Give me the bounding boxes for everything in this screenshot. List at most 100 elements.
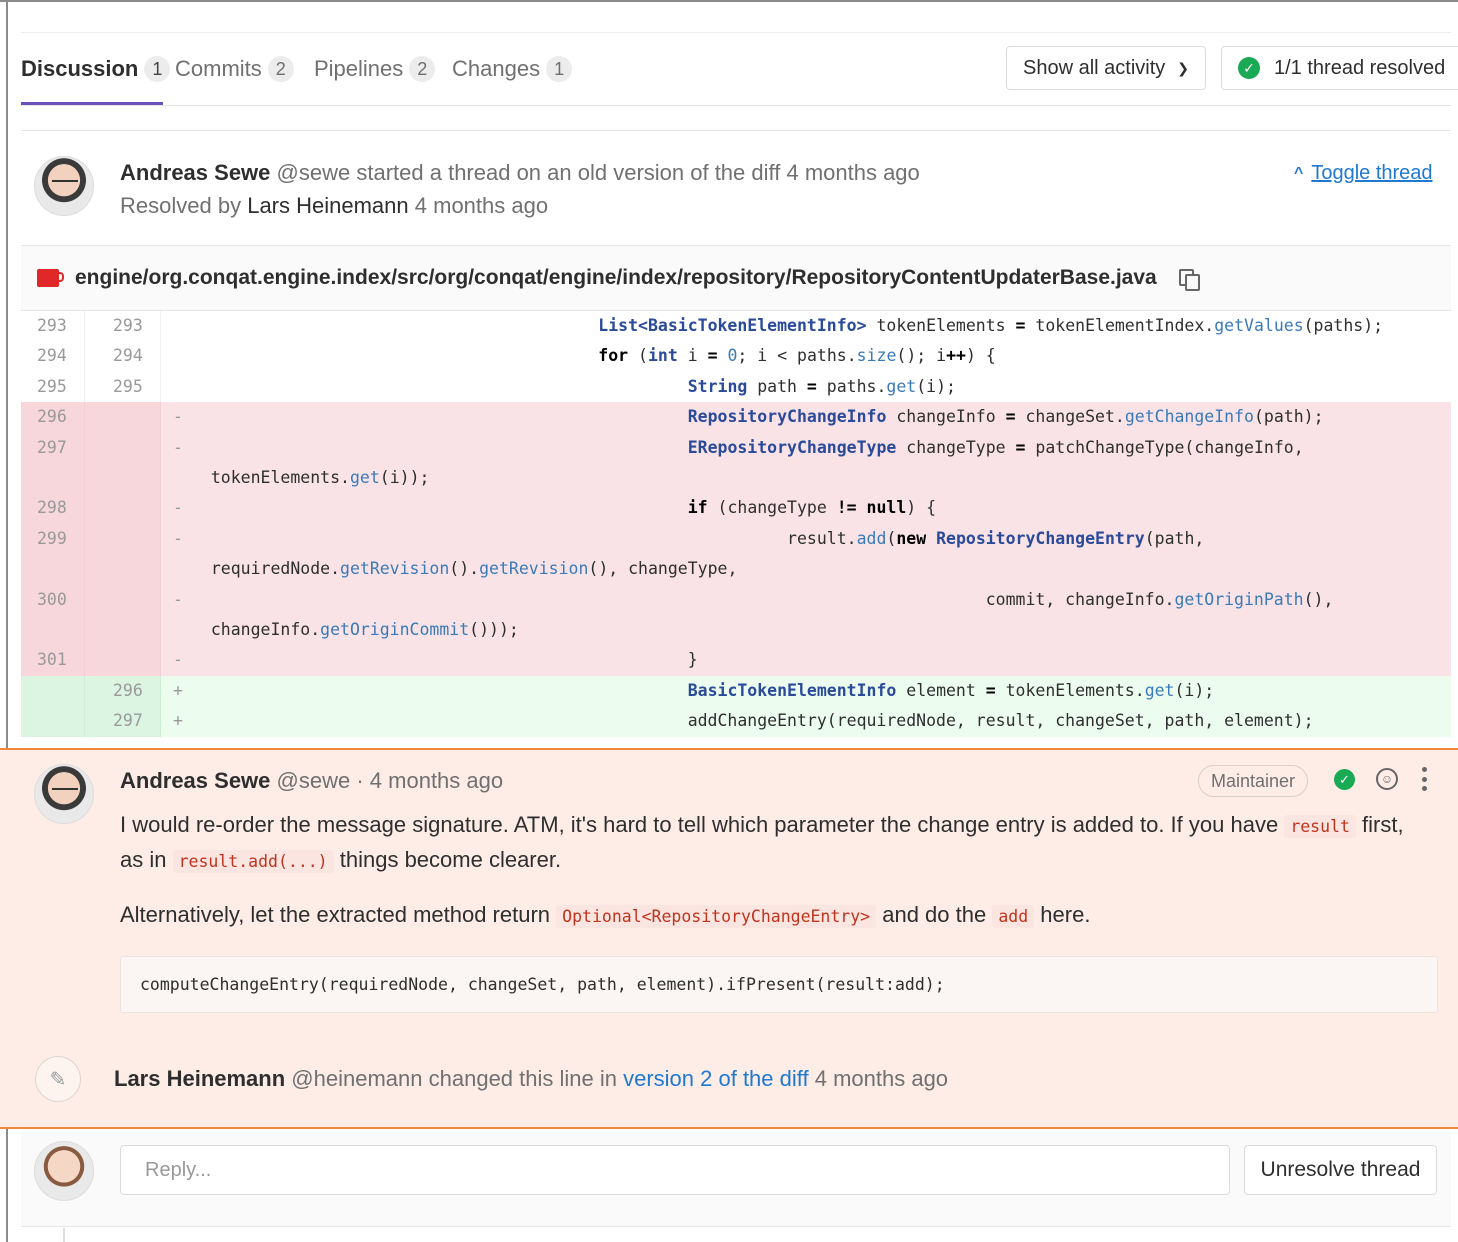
reply-input[interactable]: Reply... [120,1145,1230,1195]
diff-sign [161,372,191,402]
old-line-number [21,675,85,707]
old-line-number [21,706,85,737]
diff-line: 295 295 String path = paths.get(i); [21,371,1451,403]
file-path[interactable]: engine/org.conqat.engine.index/src/org/c… [75,266,1157,290]
old-line-number[interactable]: 295 [21,371,85,403]
tab-discussion[interactable]: Discussion 1 [21,33,171,105]
diff-line-removed: 296 - RepositoryChangeInfo changeInfo = … [21,402,1451,433]
window-top-border [0,0,1458,2]
diff-sign: - [173,528,183,548]
note-text: things become clearer. [339,847,562,872]
tab-commits[interactable]: Commits 2 [175,33,294,105]
tab-pipelines[interactable]: Pipelines 2 [314,33,436,105]
code-line: if (changeType != null) { [687,498,937,518]
system-note-action: changed this line in [428,1066,617,1091]
edit-icon: ✎ [35,1056,81,1102]
new-line-number[interactable]: 296 [85,675,161,707]
activity-filter-label: Show all activity [1023,56,1166,79]
author-handle[interactable]: @sewe [277,160,351,185]
note-paragraph: I would re-order the message signature. … [120,808,1430,878]
java-file-icon [37,269,64,287]
diff-sign [161,311,191,341]
diff-sign: - [173,498,183,518]
author-name[interactable]: Andreas Sewe [120,160,270,185]
active-tab-indicator [21,102,163,105]
inline-code: Optional<RepositoryChangeEntry> [556,905,877,928]
tab-count-badge: 2 [409,56,436,82]
author-name[interactable]: Lars Heinemann [114,1066,285,1091]
diff-line: 294 294 for (int i = 0; i < paths.size()… [21,341,1451,372]
tab-changes[interactable]: Changes 1 [452,33,573,105]
code-block: computeChangeEntry(requiredNode, changeS… [120,956,1438,1013]
unresolve-thread-button[interactable]: Unresolve thread [1244,1145,1437,1195]
thread-time: 4 months ago [786,160,920,185]
new-line-number [85,402,161,433]
resolved-prefix: Resolved by [120,193,242,218]
diff-line-removed: 299 - result.add(new RepositoryChangeEnt… [21,523,1451,585]
new-line-number[interactable]: 297 [85,706,161,737]
diff-line-removed: 297 - ERepositoryChangeType changeType =… [21,432,1451,494]
system-note-time: 4 months ago [814,1066,949,1091]
old-line-number[interactable]: 301 [21,645,85,676]
resolved-by-line: Resolved by Lars Heinemann 4 months ago [120,193,548,219]
old-line-number[interactable]: 298 [21,493,85,524]
emoji-reaction-icon[interactable]: ☺ [1376,768,1398,790]
more-actions-icon[interactable] [1422,767,1428,791]
new-line-number[interactable]: 295 [85,371,161,403]
old-line-number[interactable]: 299 [21,523,85,585]
author-name[interactable]: Andreas Sewe [120,768,270,793]
author-handle[interactable]: @heinemann [291,1066,422,1091]
toggle-thread-link[interactable]: ^ Toggle thread [1294,162,1433,185]
code-line: RepositoryChangeInfo changeInfo = change… [687,407,1324,427]
code-line: result.add(new RepositoryChangeEntry(pat… [191,528,1205,579]
tab-label: Discussion [21,56,139,81]
avatar[interactable] [34,764,94,824]
tab-count-badge: 1 [144,56,171,82]
avatar[interactable] [34,1141,94,1201]
system-note: Lars Heinemann @heinemann changed this l… [114,1066,948,1092]
resolver-name[interactable]: Lars Heinemann [247,193,408,218]
diff-sign: - [173,407,183,427]
timeline-connector [63,1228,65,1242]
tab-label: Changes [452,56,541,81]
diff-version-link[interactable]: version 2 of the diff [623,1066,809,1091]
diff-sign: - [173,650,183,670]
old-line-number[interactable]: 300 [21,584,85,646]
toggle-thread-label: Toggle thread [1311,162,1433,184]
code-line: addChangeEntry(requiredNode, result, cha… [191,711,1314,731]
old-line-number[interactable]: 296 [21,402,85,433]
diff-sign [161,341,191,371]
note-text: Alternatively, let the extracted method … [120,902,551,927]
note-author-line: Andreas Sewe @sewe · 4 months ago [120,768,503,794]
resolved-threads-button[interactable]: ✓ 1/1 thread resolved [1221,46,1458,90]
inline-code: add [992,905,1035,928]
old-line-number[interactable]: 293 [21,311,85,342]
diff-line-added: 296 + BasicTokenElementInfo element = to… [21,675,1451,707]
chevron-down-icon: ❯ [1177,59,1190,76]
new-line-number[interactable]: 294 [85,341,161,372]
new-line-number [85,523,161,585]
tab-count-badge: 1 [546,56,573,82]
divider [21,130,1451,131]
diff-line-removed: 298 - if (changeType != null) { [21,493,1451,524]
new-line-number [85,432,161,494]
copy-icon[interactable] [1177,267,1200,291]
new-line-number [85,645,161,676]
diff-sign: - [173,589,183,609]
code-line: BasicTokenElementInfo element = tokenEle… [687,680,1215,700]
old-line-number[interactable]: 297 [21,432,85,494]
diff-line-removed: 301 - } [21,645,1451,676]
tab-label: Pipelines [314,56,404,81]
note-text: and do the [882,902,987,927]
diff-view: 293 293 List<BasicTokenElementInfo> toke… [21,311,1451,737]
note-text: here. [1040,902,1091,927]
avatar[interactable] [34,156,94,216]
old-line-number[interactable]: 294 [21,341,85,372]
new-line-number[interactable]: 293 [85,311,161,342]
code-line: String path = paths.get(i); [687,376,956,396]
author-handle[interactable]: @sewe [277,768,351,793]
resolved-check-icon[interactable]: ✓ [1334,769,1355,790]
resolved-threads-label: 1/1 thread resolved [1274,56,1446,79]
activity-filter-dropdown[interactable]: Show all activity ❯ [1006,46,1206,90]
code-line: ERepositoryChangeType changeType = patch… [210,437,1304,488]
